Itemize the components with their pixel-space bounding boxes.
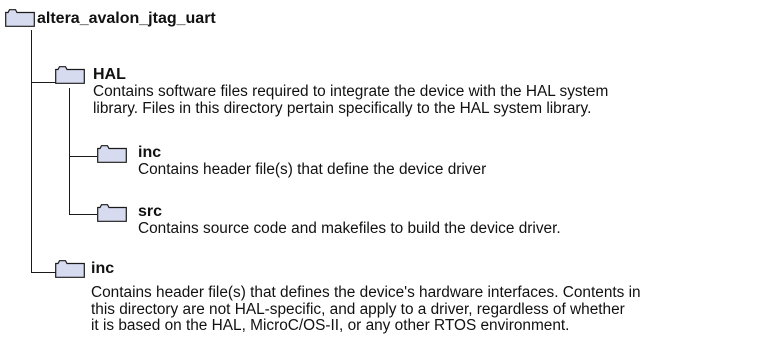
root-folder-name: altera_avalon_jtag_uart: [37, 10, 216, 27]
hal-description: Contains software files required to inte…: [93, 83, 609, 117]
hal-src-description: Contains source code and makefiles to bu…: [138, 220, 561, 237]
folder-icon: [55, 260, 85, 278]
tree-connector: [69, 214, 97, 216]
inc-description: Contains header file(s) that defines the…: [91, 284, 641, 334]
hal-src-folder-name: src: [138, 203, 163, 220]
tree-connector: [69, 88, 71, 215]
tree-connector: [31, 82, 56, 84]
hal-folder-name: HAL: [93, 66, 126, 83]
hal-inc-folder-name: inc: [138, 144, 162, 161]
inc-folder-name: inc: [91, 260, 115, 277]
folder-icon: [55, 66, 85, 84]
tree-connector: [31, 30, 33, 273]
folder-icon: [97, 145, 127, 163]
tree-connector: [31, 272, 56, 274]
hal-inc-description: Contains header file(s) that define the …: [138, 161, 487, 178]
folder-icon: [97, 204, 127, 222]
folder-icon: [5, 9, 35, 27]
tree-connector: [69, 156, 97, 158]
